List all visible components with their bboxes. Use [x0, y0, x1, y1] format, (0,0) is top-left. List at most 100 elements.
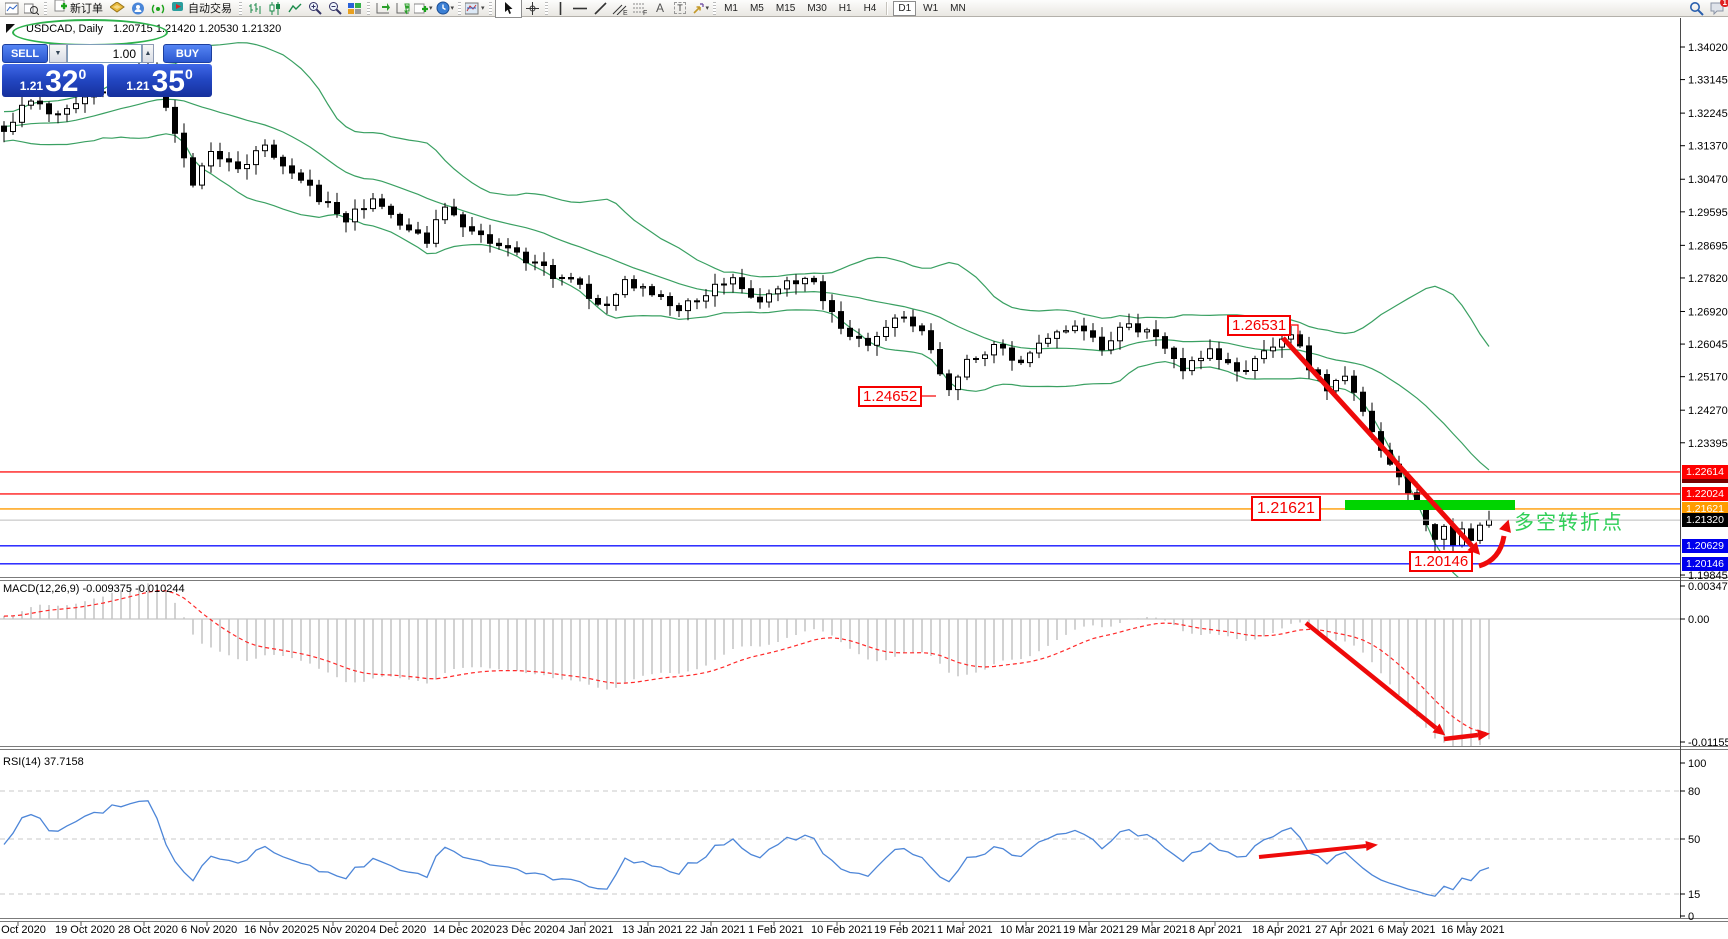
turning-point-label[interactable]: 多空转折点 [1514, 506, 1624, 535]
candle-body [316, 184, 322, 203]
signals-icon[interactable] [148, 1, 167, 16]
candles-series [1, 47, 1492, 564]
candle-body [928, 330, 934, 351]
fibonacci-tool[interactable]: F [631, 1, 650, 16]
timeframe-M15[interactable]: M15 [771, 1, 800, 16]
date-tick-label: 19 Feb 2021 [874, 924, 936, 936]
volume-input[interactable] [67, 44, 142, 63]
candle-body [1441, 525, 1447, 540]
metaeditor-icon[interactable] [108, 1, 127, 16]
horizontal-line-tool[interactable] [571, 1, 590, 16]
notification-count-badge: 1 [1719, 0, 1728, 7]
candle-body [1081, 325, 1087, 332]
date-tick-label: 22 Jan 2021 [685, 924, 746, 936]
new-order-button[interactable]: 新订单 [50, 0, 107, 16]
zoom-out-icon[interactable] [325, 1, 344, 16]
candle-body [172, 106, 178, 134]
timeframe-MN[interactable]: MN [945, 1, 971, 16]
trend-arrow[interactable] [1443, 732, 1479, 742]
candle-body [892, 317, 898, 329]
candle-body [856, 335, 862, 339]
candle-body [802, 277, 808, 285]
chart-shift-icon[interactable] [373, 1, 392, 16]
chart-canvas[interactable]: 1.34020 1.33145 1.32245 1.31370 1.30470 1.295… [0, 0, 1728, 939]
candle-body [910, 316, 916, 327]
candle-body [280, 156, 286, 167]
candle-body [19, 104, 25, 123]
candle-body [838, 311, 844, 329]
trendline-tool[interactable] [591, 1, 610, 16]
timeframe-W1[interactable]: W1 [918, 1, 943, 16]
price-annotation-box[interactable]: 1.26531 [1227, 315, 1292, 336]
candle-body [289, 165, 295, 174]
candle-body [739, 277, 745, 290]
one-click-trading-panel: SELL ▼ ▲ BUY 1.21320 1.21350 [2, 44, 212, 97]
crosshair-tool[interactable] [523, 1, 542, 16]
timeframe-M30[interactable]: M30 [802, 1, 831, 16]
buy-button[interactable]: BUY [163, 44, 212, 63]
price-annotation-box[interactable]: 1.20146 [1409, 551, 1474, 572]
candle-body [226, 158, 232, 163]
clock-icon[interactable]: ▾ [435, 1, 456, 16]
candle-body [721, 283, 727, 286]
timeframe-D1[interactable]: D1 [893, 0, 917, 16]
sell-price-display[interactable]: 1.21 32 0 [2, 64, 104, 97]
candle-body [10, 121, 16, 133]
text-tool[interactable]: A [651, 1, 670, 16]
notifications-icon[interactable]: 1 [1707, 0, 1728, 16]
vertical-line-tool[interactable] [551, 1, 570, 16]
cursor-tool[interactable] [494, 0, 522, 18]
timeframe-H4[interactable]: H4 [859, 1, 882, 16]
auto-scroll-icon[interactable] [393, 1, 412, 16]
candlestick-icon[interactable] [265, 1, 284, 16]
candle-body [217, 151, 223, 160]
autotrading-button[interactable]: 自动交易 [168, 1, 236, 16]
line-chart-icon[interactable] [285, 1, 304, 16]
volume-increase-button[interactable]: ▲ [142, 44, 154, 63]
rsi-label: RSI(14) 37.7158 [3, 756, 84, 768]
price-tick-label: 1.26920 [1688, 306, 1728, 318]
new-chart-icon[interactable]: ▾ [413, 1, 434, 16]
price-axis-badge: 1.20629 [1682, 539, 1728, 553]
text-label-tool[interactable]: T [671, 1, 690, 16]
symbol-circle-annotation[interactable] [12, 19, 168, 46]
candle-body [550, 265, 556, 279]
price-tick-label: 1.33145 [1688, 75, 1728, 87]
candle-body [271, 144, 277, 158]
chart-window-icon[interactable] [2, 1, 21, 16]
candle-body [487, 234, 493, 244]
chart-template-icon[interactable]: ▾ [464, 1, 486, 16]
candle-body [1099, 336, 1105, 351]
bar-chart-icon[interactable] [245, 1, 264, 16]
candle-body [478, 230, 484, 236]
tile-windows-icon[interactable] [345, 1, 364, 16]
trend-arrow[interactable] [1258, 844, 1367, 859]
arrows-tool[interactable]: ▾ [691, 1, 711, 16]
svg-text:F: F [643, 10, 647, 15]
price-axis-badge: 1.22614 [1682, 465, 1728, 479]
candle-body [622, 279, 628, 296]
timeframe-M5[interactable]: M5 [745, 1, 769, 16]
volume-decrease-button[interactable]: ▼ [49, 44, 67, 63]
data-window-icon[interactable] [22, 1, 41, 16]
candle-body [1225, 359, 1231, 364]
price-annotation-box[interactable]: 1.24652 [858, 386, 923, 407]
timeframe-H1[interactable]: H1 [834, 1, 857, 16]
toolbar: 新订单 自动交易 ▾ ▾ ▾ E F A T ▾ M1 M5 M15 M30 H1 H4 D… [0, 0, 1728, 18]
sell-button[interactable]: SELL [2, 44, 48, 63]
equidistant-channel-tool[interactable]: E [611, 1, 630, 16]
candle-body [712, 283, 718, 297]
candle-body [586, 283, 592, 299]
bb-lower [3, 133, 1459, 577]
price-annotation-box[interactable]: 1.21621 [1251, 496, 1321, 521]
search-icon[interactable] [1687, 1, 1706, 16]
rsi-tick-label: 100 [1688, 758, 1706, 770]
community-icon[interactable] [128, 1, 147, 16]
candle-body [181, 132, 187, 159]
candle-body [667, 296, 673, 307]
candle-body [784, 280, 790, 290]
timeframe-M1[interactable]: M1 [719, 1, 743, 16]
buy-price-display[interactable]: 1.21 35 0 [107, 64, 212, 97]
candle-body [1270, 346, 1276, 352]
zoom-in-icon[interactable] [305, 1, 324, 16]
